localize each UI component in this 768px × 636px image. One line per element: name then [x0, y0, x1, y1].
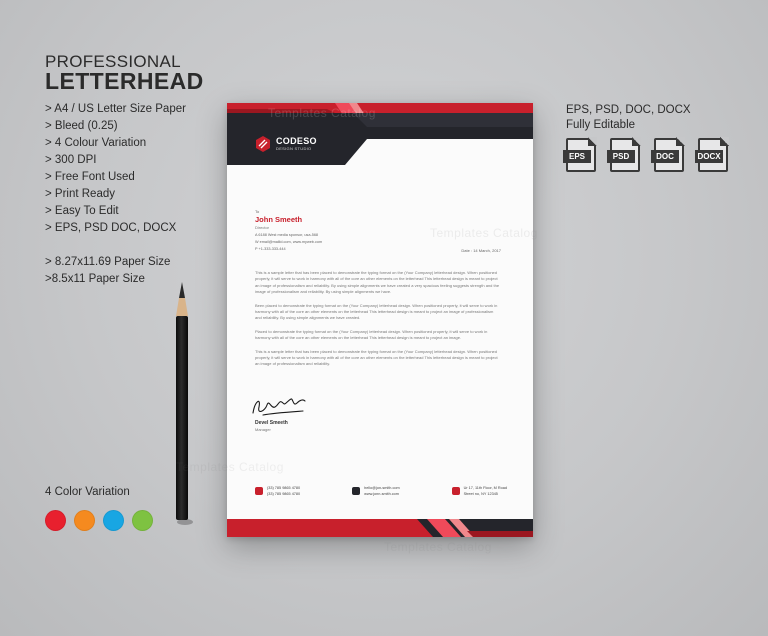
docx-label: DOCX	[695, 150, 723, 163]
recipient-name: John Smeeth	[255, 215, 303, 224]
footer-email-2: www.jonn-smith.com	[364, 491, 399, 496]
hexagon-logo-icon	[256, 136, 270, 152]
brand-subtitle: DESIGN STUDIO	[276, 145, 312, 151]
footer-phone-2: (33) 785 9865 4780	[267, 491, 301, 496]
blue-swatch[interactable]	[103, 510, 124, 531]
paper-size-list: > 8.27x11.69 Paper Size >8.5x11 Paper Si…	[45, 254, 170, 288]
brand-name: CODESO	[276, 135, 317, 146]
feature-list: > A4 / US Letter Size Paper > Bleed (0.2…	[45, 101, 186, 237]
formats-line: EPS, PSD, DOC, DOCX	[566, 104, 691, 116]
letter-date: Date : 14 March, 2017	[461, 248, 501, 253]
to-label: To	[255, 209, 260, 214]
signer-name: Devel Smeeth	[255, 420, 288, 426]
body-paragraph: Placed to demonstrate the typing format …	[255, 328, 488, 341]
brand-logo: CODESO DESIGN STUDIO	[255, 136, 317, 152]
watermark: Templates Catalog	[384, 540, 492, 554]
recipient-contact: A 6188 West media sponsor, usa-568 W ema…	[255, 232, 322, 253]
promo-title-large: LETTERHEAD	[45, 68, 204, 94]
recipient-address: A 6188 West media sponsor, usa-568	[255, 233, 319, 237]
footer-address-2: Street no, NY 12345	[463, 491, 498, 496]
doc-file-icon: DOC	[651, 137, 685, 172]
recipient-email: W email@mailid.com, www.myweb.com	[255, 240, 323, 244]
letterhead-mockup: CODESO DESIGN STUDIO To John Smeeth Dire…	[227, 103, 533, 537]
footer-address-1: Ur 17, 11th Floor, M Road	[463, 486, 507, 490]
body-paragraph: Been placed to demonstrate the typing fo…	[255, 302, 498, 321]
location-icon	[451, 487, 460, 495]
eps-label: EPS	[563, 150, 591, 163]
color-variation-title: 4 Color Variation	[45, 486, 130, 498]
feature-item: > 300 DPI	[45, 154, 97, 166]
feature-item: > Easy To Edit	[45, 205, 119, 217]
feature-item: > 4 Colour Variation	[45, 137, 147, 149]
orange-swatch[interactable]	[74, 510, 95, 531]
signature-image	[252, 398, 306, 416]
feature-item: > EPS, PSD DOC, DOCX	[45, 222, 177, 234]
file-format-icons: EPS PSD DOC DOCX	[563, 137, 729, 172]
signer-role: Manager	[255, 427, 271, 432]
paper-size-item: > 8.27x11.69 Paper Size	[45, 256, 171, 268]
footer-phone-1: (33) 785 9865 4780	[267, 486, 301, 490]
red-swatch[interactable]	[45, 510, 66, 531]
footer-contacts: (33) 785 9865 4780 (33) 785 9865 4780 he…	[255, 486, 507, 497]
feature-item: > Bleed (0.25)	[45, 120, 118, 132]
footer-email-1: hello@jon-smith.com	[364, 486, 400, 490]
letterhead-footer-band	[227, 519, 533, 537]
psd-file-icon: PSD	[607, 137, 641, 172]
color-swatches	[45, 510, 153, 531]
formats-info: EPS, PSD, DOC, DOCX Fully Editable	[566, 103, 691, 133]
email-icon	[352, 487, 361, 495]
feature-item: > Print Ready	[45, 188, 115, 200]
recipient-phone: P +1-333-333-444	[255, 247, 286, 251]
editable-line: Fully Editable	[566, 119, 636, 131]
phone-icon	[255, 487, 263, 495]
recipient-role: Director	[255, 225, 270, 230]
paper-size-item: >8.5x11 Paper Size	[45, 273, 145, 285]
pencil-image	[176, 282, 193, 525]
feature-item: > A4 / US Letter Size Paper	[45, 103, 186, 115]
green-swatch[interactable]	[132, 510, 153, 531]
psd-label: PSD	[607, 150, 635, 163]
doc-label: DOC	[651, 150, 679, 163]
eps-file-icon: EPS	[563, 137, 597, 172]
docx-file-icon: DOCX	[695, 137, 729, 172]
body-paragraph: This is a sample letter that has been pl…	[255, 270, 500, 295]
footer-phone: (33) 785 9865 4780 (33) 785 9865 4780	[255, 486, 300, 497]
body-paragraph: This is a sample letter that has been pl…	[255, 348, 498, 367]
feature-item: > Free Font Used	[45, 171, 135, 183]
footer-address: Ur 17, 11th Floor, M Road Street no, NY …	[451, 486, 507, 497]
letter-body: This is a sample letter that has been pl…	[255, 270, 501, 375]
letterhead-header-band	[227, 103, 533, 165]
footer-email: hello@jon-smith.com www.jonn-smith.com	[352, 486, 400, 497]
